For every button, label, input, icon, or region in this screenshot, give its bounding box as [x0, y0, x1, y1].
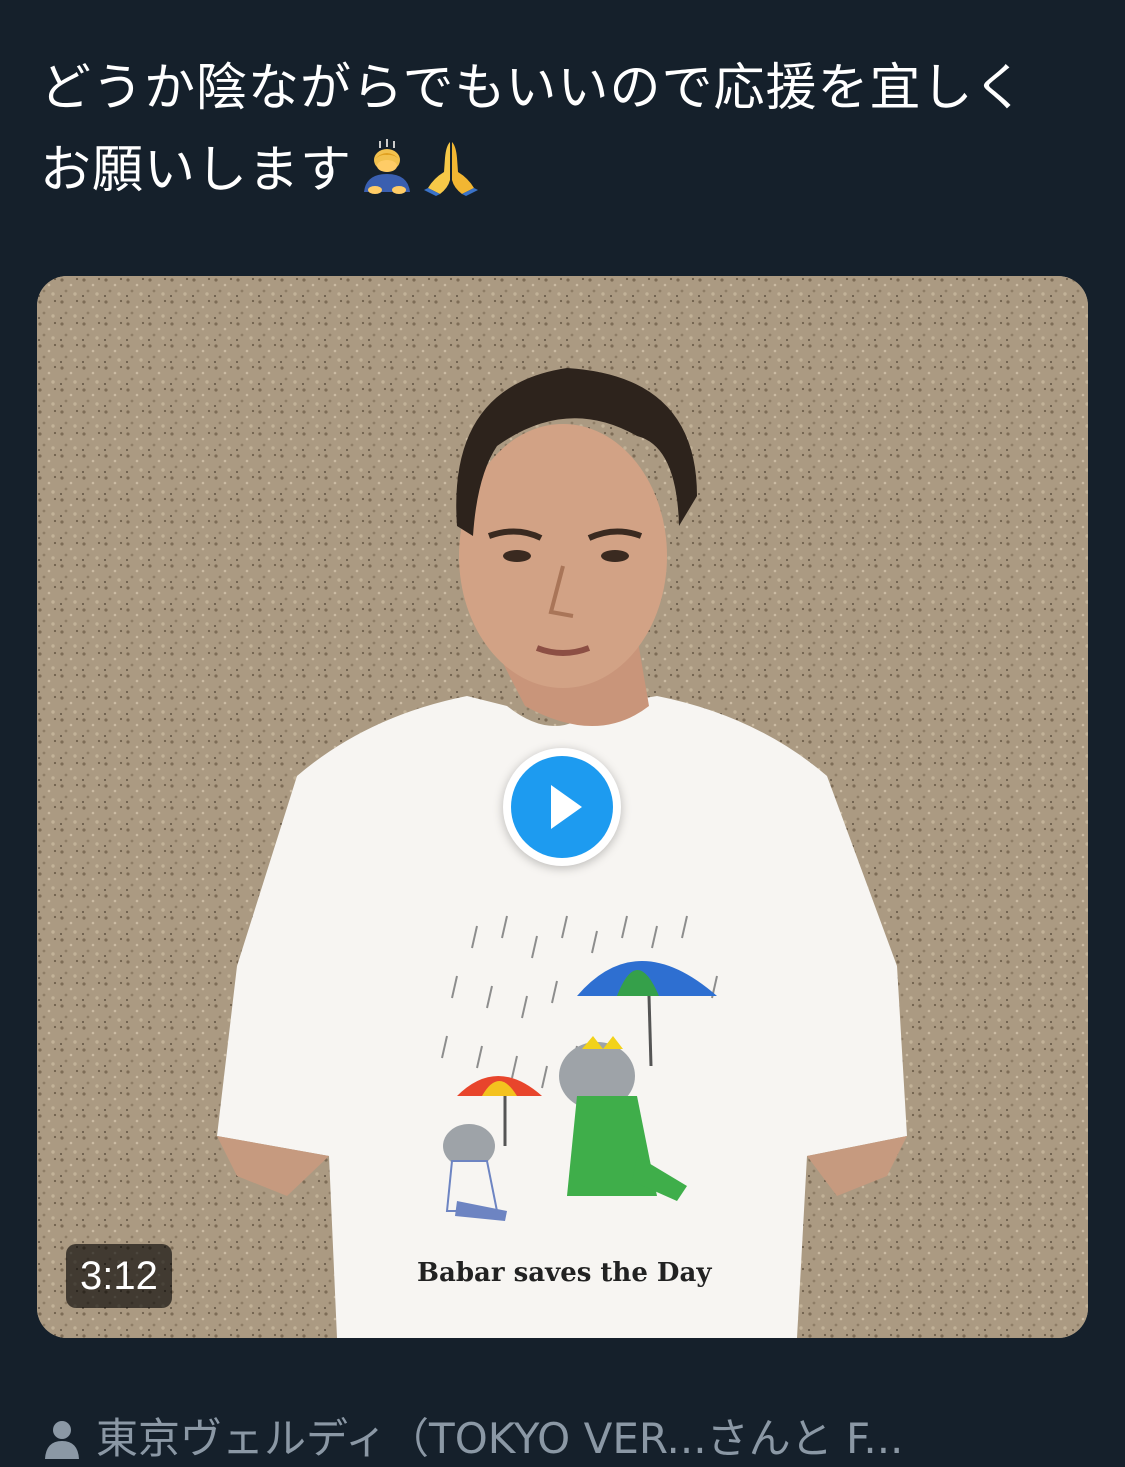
- tweet-text-line-1: どうか陰ながらでもいいので応援を宜しく: [40, 59, 1026, 118]
- play-button[interactable]: [503, 748, 621, 866]
- tweet-text-line-2-text: お願いします: [40, 141, 353, 200]
- tagged-users-row[interactable]: 東京ヴェルディ（TOKYO VER...さんと F...: [44, 1405, 903, 1465]
- video-thumbnail[interactable]: Babar saves the Day 3:12: [37, 276, 1088, 1338]
- tweet-text: どうか陰ながらでもいいので応援を宜しく お願いします: [40, 48, 1080, 212]
- person-icon: [45, 1421, 79, 1459]
- play-button-inner: [511, 756, 613, 858]
- person-bowing-icon: [358, 138, 416, 196]
- tagged-users-text: 東京ヴェルディ（TOKYO VER...さんと F...: [96, 1413, 904, 1463]
- tweet-text-line-2: お願いします: [40, 130, 1080, 212]
- video-duration-badge: 3:12: [66, 1244, 172, 1308]
- folded-hands-icon: [422, 138, 480, 196]
- shirt-caption: Babar saves the Day: [417, 1258, 712, 1288]
- play-icon: [551, 785, 582, 829]
